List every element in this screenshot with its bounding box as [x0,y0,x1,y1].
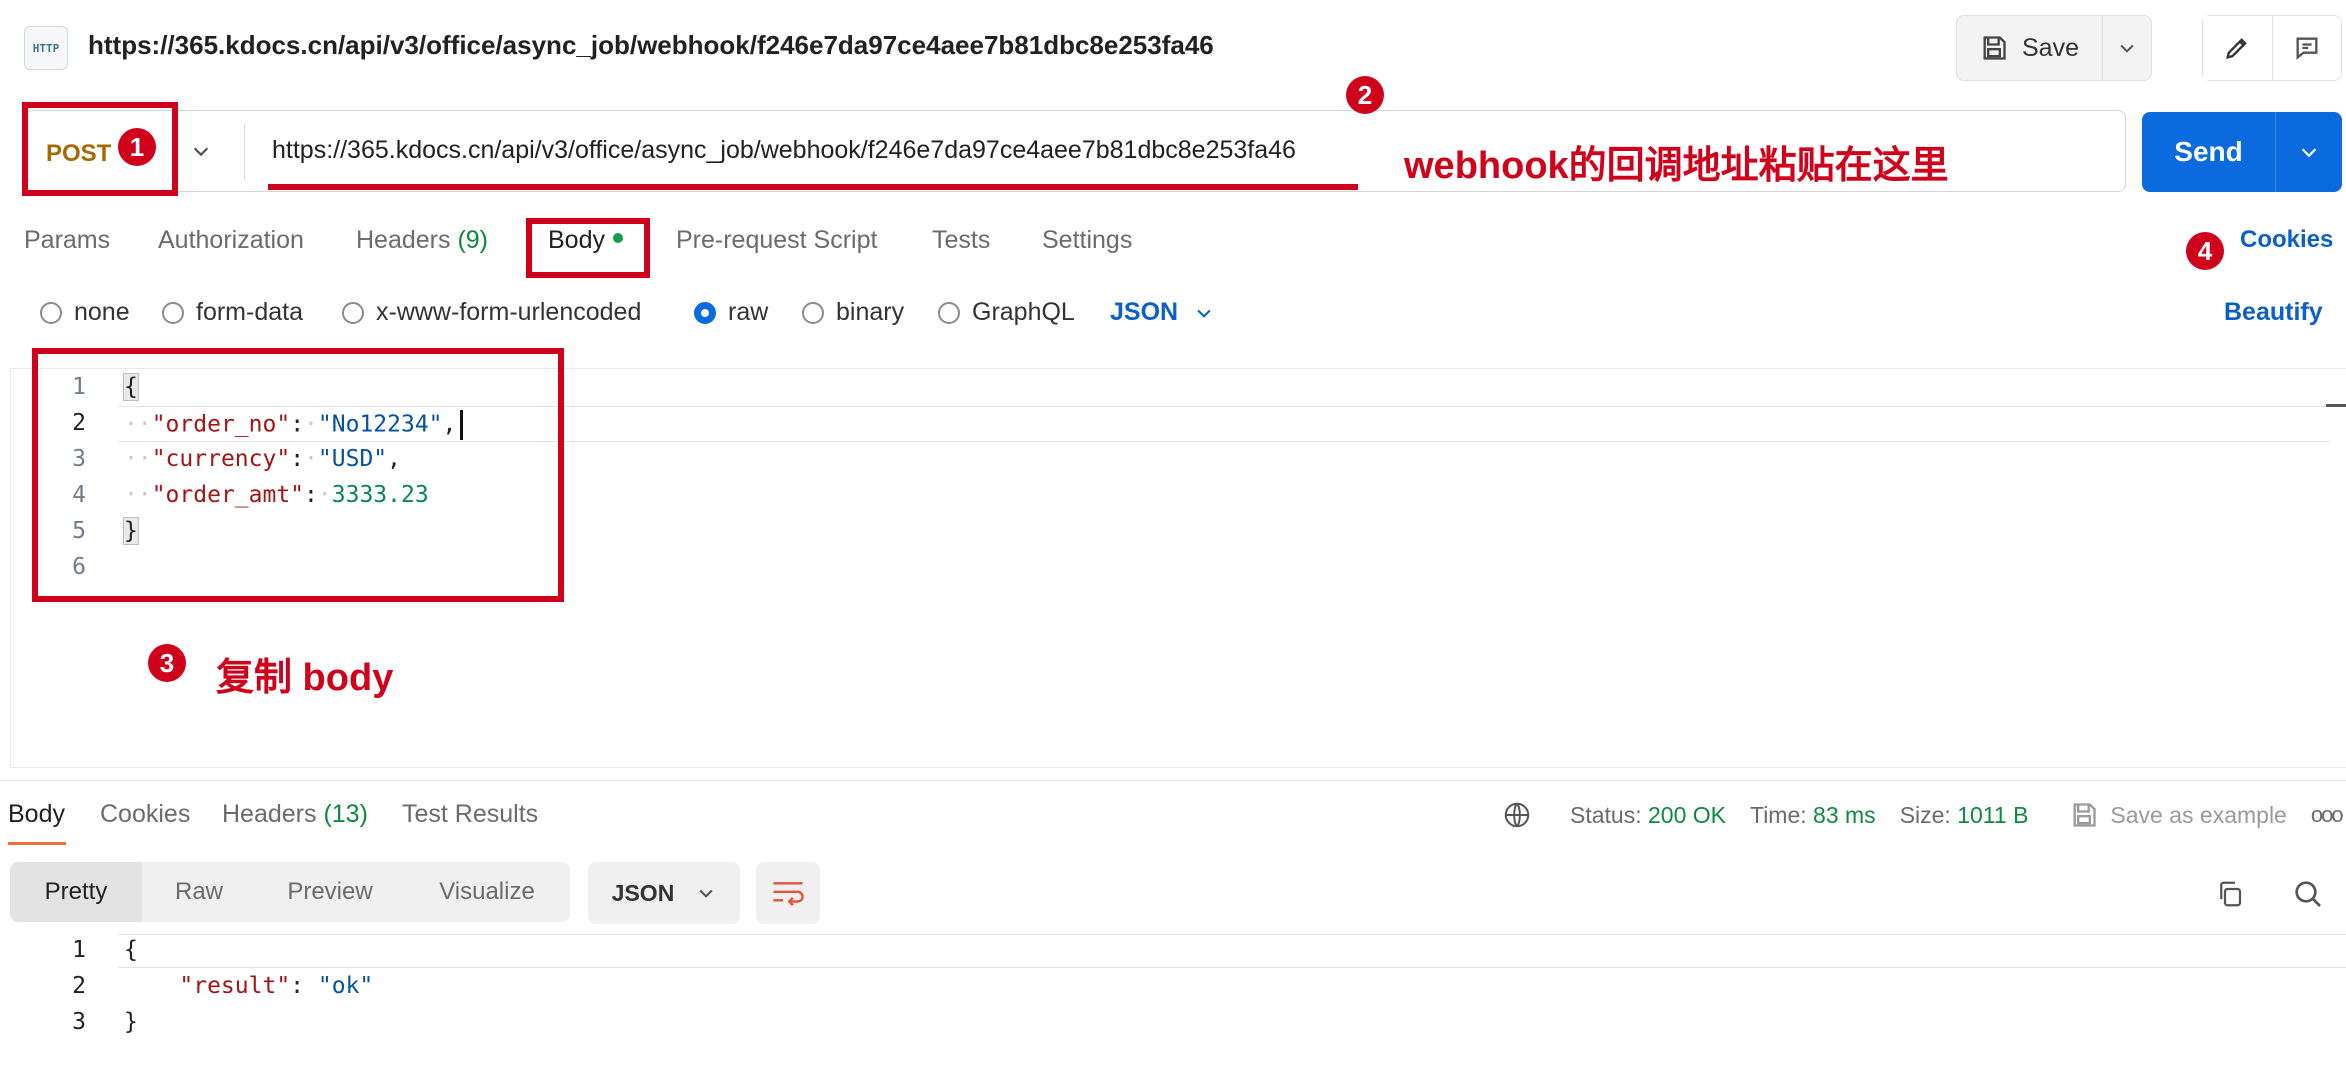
send-button[interactable]: Send [2142,112,2276,192]
annotation-note-url: webhook的回调地址粘贴在这里 [1404,145,1949,187]
body-mode-binary[interactable]: binary [802,298,904,327]
view-toggle-group [2202,15,2342,81]
annotation-underline-url [268,184,1358,190]
response-tab-cookies[interactable]: Cookies [100,800,190,829]
response-tab-active-indicator [8,842,66,845]
tab-tests[interactable]: Tests [932,226,990,255]
chevron-down-icon [1197,309,1211,318]
response-status-bar: Status: 200 OK Time: 83 ms Size: 1011 B … [1502,800,2344,830]
search-icon [2295,881,2321,907]
annotation-box-body [32,348,564,602]
response-line-2: "result": "ok" [179,973,374,999]
body-mode-urlencoded[interactable]: x-www-form-urlencoded [342,298,641,327]
copy-response-button[interactable] [2210,874,2250,914]
method-divider [244,124,245,180]
tab-pre-request-script[interactable]: Pre-request Script [676,226,877,255]
view-mode-visualize[interactable]: Visualize [404,862,570,922]
save-button-group: Save [1956,15,2152,81]
response-line-3: } [124,1009,138,1035]
request-title[interactable]: https://365.kdocs.cn/api/v3/office/async… [88,30,1214,61]
annotation-badge-2: 2 [1346,76,1384,114]
chevron-down-icon [193,147,209,157]
tab-authorization[interactable]: Authorization [158,226,304,255]
more-options-icon[interactable]: ooo [2311,802,2344,828]
method-dropdown-caret[interactable] [190,140,212,167]
save-label: Save [2022,33,2079,62]
floppy-disk-icon [2073,803,2097,827]
send-options-dropdown[interactable] [2276,112,2342,192]
chevron-down-icon [2301,148,2317,158]
annotation-badge-4: 4 [2186,232,2224,270]
annotation-badge-3: 3 [148,644,186,682]
globe-icon[interactable] [1502,800,1532,830]
copy-icon [2220,881,2242,907]
floppy-disk-icon [1983,36,2006,60]
tab-headers-count: (9) [457,226,489,254]
chevron-down-icon [699,889,713,898]
response-tab-test-results[interactable]: Test Results [402,800,538,829]
annotation-badge-1: 1 [118,128,156,166]
view-mode-pretty[interactable]: Pretty [10,862,142,922]
beautify-button[interactable]: Beautify [2224,298,2323,327]
cookies-link[interactable]: Cookies [2240,226,2333,254]
save-as-example-button[interactable]: Save as example [2070,801,2287,829]
radio-form-data[interactable] [162,301,184,324]
response-view-mode-selector: Pretty Raw Preview Visualize [10,862,570,922]
response-tab-headers[interactable]: Headers (13) [222,800,368,829]
radio-urlencoded[interactable] [342,301,364,324]
comment-icon [2296,37,2318,60]
radio-none[interactable] [40,301,62,324]
wrap-text-icon [773,882,804,907]
response-tab-body[interactable]: Body [8,800,65,829]
status-info[interactable]: Status: 200 OK [1570,802,1726,829]
body-mode-graphql[interactable]: GraphQL [938,298,1075,327]
time-info[interactable]: Time: 83 ms [1750,802,1876,829]
response-line-1: { [124,937,138,963]
http-request-icon: HTTP [24,26,68,70]
line-number: 2 [72,973,86,999]
search-response-button[interactable] [2288,874,2328,914]
body-mode-none[interactable]: none [40,298,130,327]
tab-settings[interactable]: Settings [1042,226,1132,255]
line-number: 3 [72,1009,86,1035]
view-mode-raw[interactable]: Raw [142,862,256,922]
annotation-box-body-tab [526,218,650,278]
radio-binary[interactable] [802,301,824,324]
response-divider [0,780,2346,781]
radio-raw-selected[interactable] [694,301,716,324]
response-line-highlight [118,934,2346,968]
tab-params[interactable]: Params [24,226,110,255]
editor-scroll-marker[interactable] [2326,404,2346,407]
save-button[interactable]: Save [1957,16,2103,80]
edit-button[interactable] [2203,16,2273,80]
body-mode-form-data[interactable]: form-data [162,298,303,327]
view-mode-preview[interactable]: Preview [256,862,404,922]
comments-button[interactable] [2273,16,2342,80]
tab-headers[interactable]: Headers (9) [356,226,488,255]
size-info[interactable]: Size: 1011 B [1900,802,2029,829]
pencil-icon [2226,38,2248,59]
wrap-lines-button[interactable] [756,862,820,924]
request-url-input[interactable]: https://365.kdocs.cn/api/v3/office/async… [272,136,1296,165]
line-number: 1 [72,937,86,963]
radio-graphql[interactable] [938,301,960,324]
body-format-select[interactable]: JSON [1110,298,1214,327]
send-button-group: Send [2142,112,2342,192]
tab-headers-label: Headers [356,226,451,254]
response-format-select[interactable]: JSON [588,862,740,924]
chevron-down-icon [2120,44,2134,53]
body-mode-raw[interactable]: raw [694,298,768,327]
annotation-note-body: 复制 body [216,657,394,699]
save-options-dropdown[interactable] [2103,16,2151,80]
